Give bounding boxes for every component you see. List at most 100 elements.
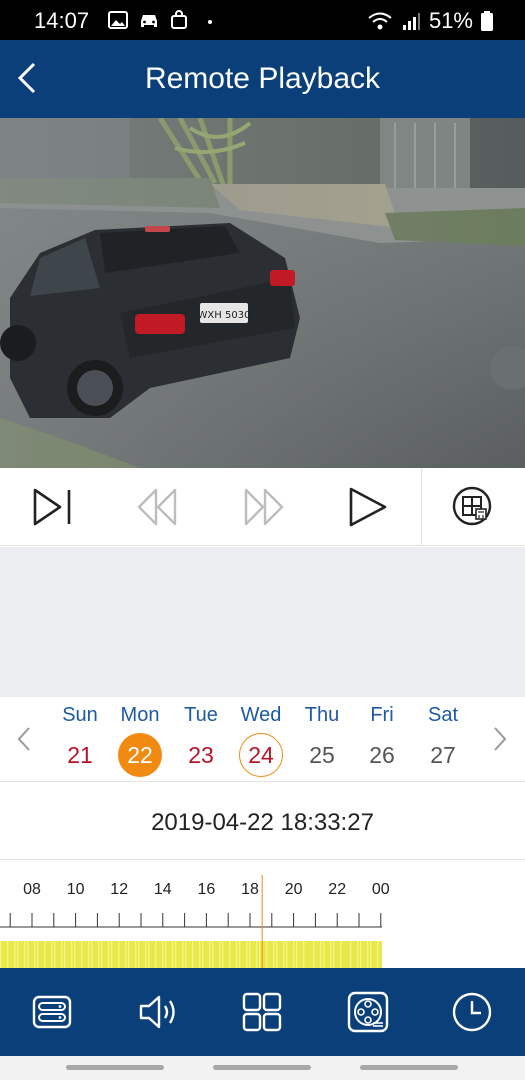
recording-band — [0, 941, 382, 968]
recording-stripe — [192, 941, 194, 968]
day-number[interactable]: 21 — [58, 733, 102, 777]
recording-stripe — [101, 941, 103, 968]
day-number-today[interactable]: 24 — [239, 733, 283, 777]
recording-stripe — [172, 941, 174, 968]
recording-stripe — [88, 941, 90, 968]
day-name: Fri — [370, 704, 394, 726]
calendar-day-mon[interactable]: Mon 22 — [110, 697, 170, 777]
rewind-icon[interactable] — [135, 484, 181, 530]
gallery-icon — [108, 11, 128, 29]
recording-stripe — [98, 941, 100, 968]
play-icon[interactable] — [345, 484, 391, 530]
timeline-hour-label: 12 — [110, 881, 128, 898]
status-time: 14:07 — [34, 8, 90, 33]
day-number[interactable]: 23 — [179, 733, 223, 777]
day-number[interactable]: 26 — [360, 733, 404, 777]
recording-stripe — [17, 941, 19, 968]
recording-stripe — [303, 941, 305, 968]
recording-stripe — [313, 941, 315, 968]
recording-stripe — [37, 941, 39, 968]
recording-stripe — [91, 941, 93, 968]
signal-icon — [402, 13, 420, 30]
app-header: Remote Playback — [0, 40, 525, 118]
recording-stripe — [330, 941, 332, 968]
recording-stripe — [128, 941, 130, 968]
recording-stripe — [199, 941, 201, 968]
recording-stripe — [148, 941, 150, 968]
recording-stripe — [81, 941, 83, 968]
recording-stripe — [155, 941, 157, 968]
recording-stripe — [138, 941, 140, 968]
calendar-day-tue[interactable]: Tue 23 — [171, 697, 231, 777]
recording-stripe — [222, 941, 224, 968]
recording-stripe — [64, 941, 66, 968]
recording-stripe — [320, 941, 322, 968]
video-player[interactable]: WXH 5030 — [0, 118, 525, 468]
recording-stripe — [135, 941, 137, 968]
recording-stripe — [165, 941, 167, 968]
audio-speaker-icon[interactable] — [136, 990, 180, 1034]
playback-controls — [0, 468, 525, 546]
calendar-day-fri[interactable]: Fri 26 — [352, 697, 412, 777]
status-bar: 14:07 51% — [0, 0, 525, 40]
day-name: Sat — [427, 704, 459, 726]
shopping-bag-icon — [171, 10, 187, 29]
recording-stripe — [323, 941, 325, 968]
next-week-icon[interactable] — [490, 725, 510, 753]
recording-stripe — [239, 941, 241, 968]
device-list-icon[interactable] — [30, 990, 74, 1034]
recording-stripe — [357, 941, 359, 968]
day-number[interactable]: 25 — [300, 733, 344, 777]
recording-stripe — [34, 941, 36, 968]
calendar-day-wed[interactable]: Wed 24 — [231, 697, 291, 777]
nav-home[interactable] — [213, 1065, 311, 1070]
recording-stripe — [246, 941, 248, 968]
timeline-hour-label: 16 — [198, 881, 216, 898]
grid-layout-icon[interactable] — [240, 990, 284, 1034]
day-name: Mon — [120, 704, 160, 726]
recording-stripe — [286, 941, 288, 968]
recording-stripe — [74, 941, 76, 968]
recording-stripe — [185, 941, 187, 968]
recording-stripe — [283, 941, 285, 968]
day-number-selected[interactable]: 22 — [118, 733, 162, 777]
clock-icon[interactable] — [450, 990, 494, 1034]
timeline-hour-label: 00 — [372, 881, 390, 898]
day-number[interactable]: 27 — [421, 733, 465, 777]
recording-stripe — [125, 941, 127, 968]
day-name: Tue — [184, 704, 218, 726]
timeline-hour-label: 14 — [154, 881, 172, 898]
timeline-ruler: 08 10 12 14 16 18 20 22 00 — [0, 875, 390, 968]
battery-percent: 51% — [428, 8, 473, 33]
previous-week-icon[interactable] — [14, 725, 34, 753]
recording-stripe — [44, 941, 46, 968]
recording-stripe — [24, 941, 26, 968]
timeline-hour-label: 20 — [285, 881, 303, 898]
calendar-day-sun[interactable]: Sun 21 — [50, 697, 110, 777]
playback-datetime: 2019-04-22 18:33:27 — [151, 809, 374, 836]
timeline[interactable]: 08 10 12 14 16 18 20 22 00 — [0, 861, 525, 968]
battery-icon — [481, 11, 493, 31]
divider — [421, 468, 422, 546]
system-navigation-bar — [0, 1056, 525, 1080]
recording-stripe — [14, 941, 16, 968]
split-screen-icon[interactable] — [450, 484, 496, 530]
nav-back[interactable] — [360, 1065, 458, 1070]
recording-stripe — [118, 941, 120, 968]
recording-reel-icon[interactable] — [346, 990, 390, 1034]
recording-stripe — [182, 941, 184, 968]
fast-forward-icon[interactable] — [240, 484, 286, 530]
recording-stripe — [27, 941, 29, 968]
timeline-hour-label: 08 — [23, 881, 41, 898]
step-frame-icon[interactable] — [29, 484, 75, 530]
recording-stripe — [340, 941, 342, 968]
bottom-toolbar — [0, 968, 525, 1056]
recording-stripe — [51, 941, 53, 968]
calendar-day-sat[interactable]: Sat 27 — [413, 697, 473, 777]
video-grid-empty-area — [0, 547, 525, 697]
nav-recent-apps[interactable] — [66, 1065, 164, 1070]
calendar-day-thu[interactable]: Thu 25 — [292, 697, 352, 777]
recording-stripe — [209, 941, 211, 968]
page-title: Remote Playback — [144, 62, 381, 95]
recording-stripe — [0, 941, 2, 968]
